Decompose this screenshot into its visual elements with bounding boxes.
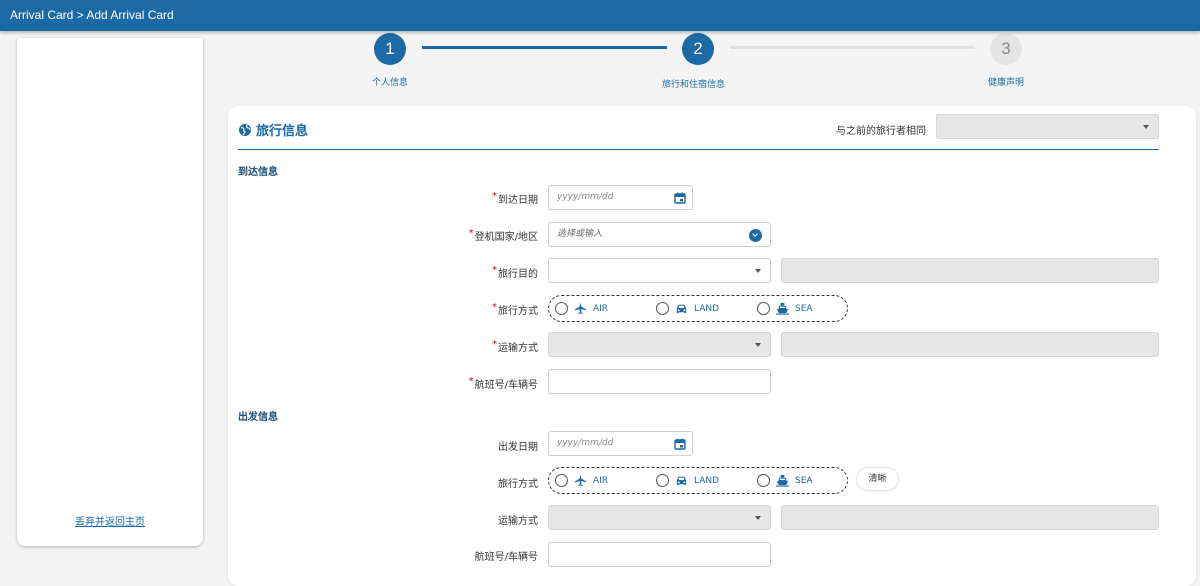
- calendar-icon[interactable]: [674, 192, 686, 204]
- arrival-date-input[interactable]: yyyy/mm/dd: [548, 185, 693, 210]
- sea-label: SEA: [795, 475, 813, 486]
- flight-number-input[interactable]: [548, 369, 771, 394]
- same-as-previous-label: 与之前的旅行者相同: [836, 126, 926, 137]
- travel-purpose-select[interactable]: [548, 258, 771, 283]
- step-1-label: 个人信息: [372, 78, 409, 88]
- departure-date-input[interactable]: yyyy/mm/dd: [548, 431, 693, 456]
- caret-down-icon: [1143, 125, 1149, 129]
- breadcrumb: Arrival Card > Add Arrival Card: [10, 8, 174, 22]
- radio-button[interactable]: [757, 474, 770, 487]
- step-3-label: 健康声明: [988, 78, 1025, 88]
- travel-purpose-label: *旅行目的: [492, 265, 538, 280]
- departure-heading: 出发信息: [238, 412, 278, 423]
- departure-mode-sea[interactable]: SEA: [757, 474, 813, 487]
- air-label: AIR: [593, 475, 609, 486]
- departure-transport-select: [548, 505, 771, 530]
- departure-travel-mode-label: 旅行方式: [498, 479, 538, 490]
- departure-mode-land[interactable]: LAND: [656, 474, 719, 487]
- car-icon: [676, 476, 687, 486]
- departure-travel-mode-group: AIR LAND SEA: [548, 467, 848, 494]
- step-2-circle: 2: [682, 33, 714, 65]
- radio-button[interactable]: [555, 302, 568, 315]
- departure-flight-input[interactable]: [548, 542, 771, 567]
- caret-down-icon: [755, 343, 761, 347]
- land-label: LAND: [694, 475, 720, 486]
- chevron-down-icon[interactable]: [749, 229, 762, 242]
- app-header: Arrival Card > Add Arrival Card: [0, 0, 1200, 31]
- land-label: LAND: [694, 303, 720, 314]
- travel-mode-label: *旅行方式: [492, 302, 538, 317]
- step-connector-2: [730, 46, 975, 49]
- section-divider: [238, 149, 1159, 150]
- transport-mode-select: [548, 332, 771, 357]
- arrival-date-placeholder: yyyy/mm/dd: [557, 192, 614, 202]
- progress-stepper: 1 2 3 个人信息 旅行和住宿信息 健康声明: [228, 33, 1194, 103]
- arrival-mode-land[interactable]: LAND: [656, 302, 719, 315]
- arrival-travel-mode-group: AIR LAND SEA: [548, 295, 848, 322]
- step-connector-1: [422, 46, 667, 49]
- sidebar-panel: 丢弃并返回主页: [17, 38, 203, 546]
- boarding-country-placeholder: 选择或输入: [557, 229, 603, 239]
- radio-button[interactable]: [555, 474, 568, 487]
- caret-down-icon: [755, 516, 761, 520]
- same-as-previous-select[interactable]: [936, 114, 1159, 139]
- flight-number-label: *航班号/车辆号: [468, 376, 538, 391]
- step-3-circle: 3: [990, 33, 1022, 65]
- sea-label: SEA: [795, 303, 813, 314]
- ship-icon: [776, 302, 789, 315]
- required-marker: *: [492, 302, 497, 313]
- departure-date-label: 出发日期: [498, 442, 538, 453]
- radio-button[interactable]: [656, 474, 669, 487]
- required-marker: *: [492, 265, 497, 276]
- travel-info-card: 旅行信息 与之前的旅行者相同 到达信息 *到达日期 yyyy/mm/dd *登机…: [228, 106, 1196, 586]
- clear-button[interactable]: 清晰: [857, 468, 898, 490]
- departure-transport-other-input: [781, 505, 1159, 530]
- calendar-icon[interactable]: [674, 438, 686, 450]
- departure-transport-label: 运输方式: [498, 516, 538, 527]
- step-1-circle: 1: [374, 33, 406, 65]
- departure-mode-air[interactable]: AIR: [555, 474, 608, 487]
- required-marker: *: [492, 191, 497, 202]
- required-marker: *: [492, 339, 497, 350]
- airplane-icon: [574, 302, 587, 315]
- step-2-label: 旅行和住宿信息: [662, 80, 726, 90]
- arrival-mode-air[interactable]: AIR: [555, 302, 608, 315]
- ship-icon: [776, 474, 789, 487]
- arrival-date-label: *到达日期: [492, 191, 538, 206]
- discard-and-return-link[interactable]: 丢弃并返回主页: [17, 513, 203, 528]
- airplane-icon: [574, 474, 587, 487]
- travel-purpose-other-input: [781, 258, 1159, 283]
- arrival-mode-sea[interactable]: SEA: [757, 302, 813, 315]
- arrival-heading: 到达信息: [238, 167, 278, 178]
- section-title: 旅行信息: [238, 120, 308, 139]
- air-label: AIR: [593, 303, 609, 314]
- radio-button[interactable]: [757, 302, 770, 315]
- transport-mode-label: *运输方式: [492, 339, 538, 354]
- required-marker: *: [468, 228, 474, 239]
- section-title-text: 旅行信息: [256, 124, 309, 139]
- boarding-country-label: *登机国家/地区: [468, 228, 538, 243]
- departure-date-placeholder: yyyy/mm/dd: [557, 438, 614, 448]
- caret-down-icon: [755, 269, 761, 273]
- radio-button[interactable]: [656, 302, 669, 315]
- car-icon: [676, 304, 687, 314]
- departure-flight-label: 航班号/车辆号: [474, 552, 538, 563]
- globe-icon: [239, 123, 251, 136]
- required-marker: *: [468, 376, 474, 387]
- transport-mode-other-input: [781, 332, 1159, 357]
- boarding-country-input[interactable]: 选择或输入: [548, 222, 771, 247]
